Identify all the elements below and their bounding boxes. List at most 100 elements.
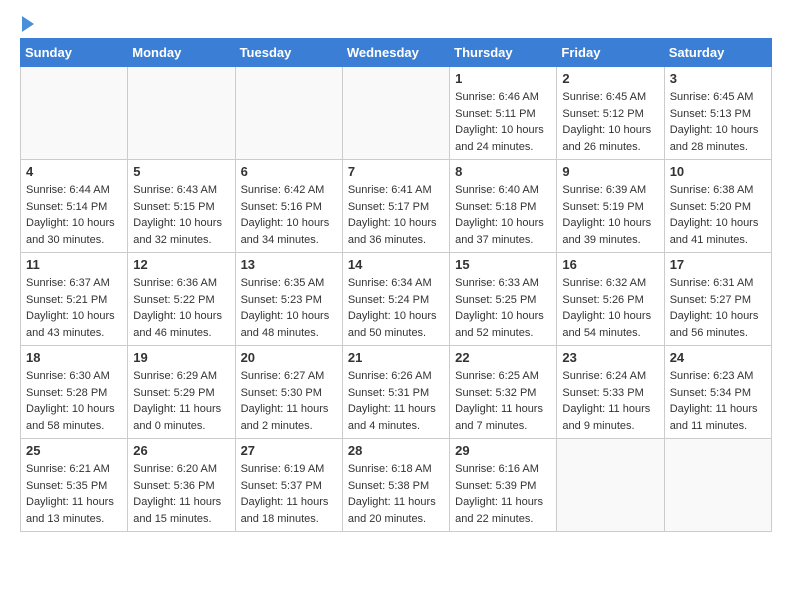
day-number: 5 (133, 164, 229, 179)
day-number: 25 (26, 443, 122, 458)
day-number: 27 (241, 443, 337, 458)
day-number: 18 (26, 350, 122, 365)
cell-info: Sunrise: 6:34 AMSunset: 5:24 PMDaylight:… (348, 275, 444, 341)
calendar-cell: 1 Sunrise: 6:46 AMSunset: 5:11 PMDaylight… (450, 67, 557, 160)
calendar-cell: 2 Sunrise: 6:45 AMSunset: 5:12 PMDaylight… (557, 67, 664, 160)
calendar-cell: 25 Sunrise: 6:21 AMSunset: 5:35 PMDayligh… (21, 439, 128, 532)
day-number: 15 (455, 257, 551, 272)
cell-info: Sunrise: 6:39 AMSunset: 5:19 PMDaylight:… (562, 182, 658, 248)
calendar-cell: 5Sunrise: 6:43 AMSunset: 5:15 PMDaylight… (128, 160, 235, 253)
day-number: 7 (348, 164, 444, 179)
cell-info: Sunrise: 6:18 AMSunset: 5:38 PMDaylight:… (348, 461, 444, 527)
cell-info: Sunrise: 6:33 AMSunset: 5:25 PMDaylight:… (455, 275, 551, 341)
calendar-cell: 21 Sunrise: 6:26 AMSunset: 5:31 PMDayligh… (342, 346, 449, 439)
calendar-cell: 16 Sunrise: 6:32 AMSunset: 5:26 PMDayligh… (557, 253, 664, 346)
calendar-cell (342, 67, 449, 160)
calendar-week-1: 1 Sunrise: 6:46 AMSunset: 5:11 PMDaylight… (21, 67, 772, 160)
calendar-cell: 10 Sunrise: 6:38 AMSunset: 5:20 PMDayligh… (664, 160, 771, 253)
page-header (20, 16, 772, 28)
calendar-cell: 24 Sunrise: 6:23 AMSunset: 5:34 PMDayligh… (664, 346, 771, 439)
cell-info: Sunrise: 6:23 AMSunset: 5:34 PMDaylight:… (670, 368, 766, 434)
cell-info: Sunrise: 6:16 AMSunset: 5:39 PMDaylight:… (455, 461, 551, 527)
day-number: 6 (241, 164, 337, 179)
day-number: 1 (455, 71, 551, 86)
day-number: 20 (241, 350, 337, 365)
col-header-monday: Monday (128, 39, 235, 67)
calendar-week-3: 11 Sunrise: 6:37 AMSunset: 5:21 PMDayligh… (21, 253, 772, 346)
cell-info: Sunrise: 6:46 AMSunset: 5:11 PMDaylight:… (455, 89, 551, 155)
calendar-cell: 18 Sunrise: 6:30 AMSunset: 5:28 PMDayligh… (21, 346, 128, 439)
cell-info: Sunrise: 6:42 AMSunset: 5:16 PMDaylight:… (241, 182, 337, 248)
cell-info: Sunrise: 6:29 AMSunset: 5:29 PMDaylight:… (133, 368, 229, 434)
day-number: 17 (670, 257, 766, 272)
cell-info: Sunrise: 6:37 AMSunset: 5:21 PMDaylight:… (26, 275, 122, 341)
calendar-cell (664, 439, 771, 532)
day-number: 9 (562, 164, 658, 179)
calendar-cell: 23 Sunrise: 6:24 AMSunset: 5:33 PMDayligh… (557, 346, 664, 439)
calendar-cell: 28 Sunrise: 6:18 AMSunset: 5:38 PMDayligh… (342, 439, 449, 532)
day-number: 19 (133, 350, 229, 365)
calendar-cell (557, 439, 664, 532)
cell-info: Sunrise: 6:26 AMSunset: 5:31 PMDaylight:… (348, 368, 444, 434)
calendar-cell (21, 67, 128, 160)
calendar-cell: 20 Sunrise: 6:27 AMSunset: 5:30 PMDayligh… (235, 346, 342, 439)
day-number: 29 (455, 443, 551, 458)
cell-info: Sunrise: 6:38 AMSunset: 5:20 PMDaylight:… (670, 182, 766, 248)
day-number: 23 (562, 350, 658, 365)
cell-info: Sunrise: 6:19 AMSunset: 5:37 PMDaylight:… (241, 461, 337, 527)
calendar-cell: 27 Sunrise: 6:19 AMSunset: 5:37 PMDayligh… (235, 439, 342, 532)
calendar-cell: 3Sunrise: 6:45 AMSunset: 5:13 PMDaylight… (664, 67, 771, 160)
col-header-friday: Friday (557, 39, 664, 67)
cell-info: Sunrise: 6:45 AMSunset: 5:12 PMDaylight:… (562, 89, 658, 155)
day-number: 2 (562, 71, 658, 86)
calendar-cell: 19 Sunrise: 6:29 AMSunset: 5:29 PMDayligh… (128, 346, 235, 439)
col-header-sunday: Sunday (21, 39, 128, 67)
cell-info: Sunrise: 6:27 AMSunset: 5:30 PMDaylight:… (241, 368, 337, 434)
cell-info: Sunrise: 6:36 AMSunset: 5:22 PMDaylight:… (133, 275, 229, 341)
day-number: 3 (670, 71, 766, 86)
calendar-cell (128, 67, 235, 160)
calendar-header-row: SundayMondayTuesdayWednesdayThursdayFrid… (21, 39, 772, 67)
day-number: 28 (348, 443, 444, 458)
calendar-week-2: 4 Sunrise: 6:44 AMSunset: 5:14 PMDaylight… (21, 160, 772, 253)
day-number: 22 (455, 350, 551, 365)
calendar-cell: 12 Sunrise: 6:36 AMSunset: 5:22 PMDayligh… (128, 253, 235, 346)
calendar-week-4: 18 Sunrise: 6:30 AMSunset: 5:28 PMDayligh… (21, 346, 772, 439)
cell-info: Sunrise: 6:31 AMSunset: 5:27 PMDaylight:… (670, 275, 766, 341)
col-header-thursday: Thursday (450, 39, 557, 67)
day-number: 26 (133, 443, 229, 458)
cell-info: Sunrise: 6:24 AMSunset: 5:33 PMDaylight:… (562, 368, 658, 434)
calendar-cell: 29 Sunrise: 6:16 AMSunset: 5:39 PMDayligh… (450, 439, 557, 532)
day-number: 24 (670, 350, 766, 365)
day-number: 16 (562, 257, 658, 272)
calendar-cell: 4 Sunrise: 6:44 AMSunset: 5:14 PMDaylight… (21, 160, 128, 253)
calendar-week-5: 25 Sunrise: 6:21 AMSunset: 5:35 PMDayligh… (21, 439, 772, 532)
day-number: 21 (348, 350, 444, 365)
day-number: 12 (133, 257, 229, 272)
calendar-cell: 17 Sunrise: 6:31 AMSunset: 5:27 PMDayligh… (664, 253, 771, 346)
day-number: 11 (26, 257, 122, 272)
cell-info: Sunrise: 6:40 AMSunset: 5:18 PMDaylight:… (455, 182, 551, 248)
calendar-cell: 22 Sunrise: 6:25 AMSunset: 5:32 PMDayligh… (450, 346, 557, 439)
calendar-table: SundayMondayTuesdayWednesdayThursdayFrid… (20, 38, 772, 532)
cell-info: Sunrise: 6:21 AMSunset: 5:35 PMDaylight:… (26, 461, 122, 527)
day-number: 14 (348, 257, 444, 272)
cell-info: Sunrise: 6:20 AMSunset: 5:36 PMDaylight:… (133, 461, 229, 527)
col-header-tuesday: Tuesday (235, 39, 342, 67)
calendar-cell: 14 Sunrise: 6:34 AMSunset: 5:24 PMDayligh… (342, 253, 449, 346)
calendar-cell: 7Sunrise: 6:41 AMSunset: 5:17 PMDaylight… (342, 160, 449, 253)
col-header-saturday: Saturday (664, 39, 771, 67)
day-number: 4 (26, 164, 122, 179)
calendar-cell (235, 67, 342, 160)
logo (20, 16, 36, 28)
calendar-cell: 8Sunrise: 6:40 AMSunset: 5:18 PMDaylight… (450, 160, 557, 253)
cell-info: Sunrise: 6:32 AMSunset: 5:26 PMDaylight:… (562, 275, 658, 341)
cell-info: Sunrise: 6:35 AMSunset: 5:23 PMDaylight:… (241, 275, 337, 341)
cell-info: Sunrise: 6:30 AMSunset: 5:28 PMDaylight:… (26, 368, 122, 434)
calendar-cell: 11 Sunrise: 6:37 AMSunset: 5:21 PMDayligh… (21, 253, 128, 346)
calendar-cell: 26 Sunrise: 6:20 AMSunset: 5:36 PMDayligh… (128, 439, 235, 532)
logo-arrow-icon (22, 16, 34, 32)
day-number: 10 (670, 164, 766, 179)
cell-info: Sunrise: 6:25 AMSunset: 5:32 PMDaylight:… (455, 368, 551, 434)
cell-info: Sunrise: 6:44 AMSunset: 5:14 PMDaylight:… (26, 182, 122, 248)
